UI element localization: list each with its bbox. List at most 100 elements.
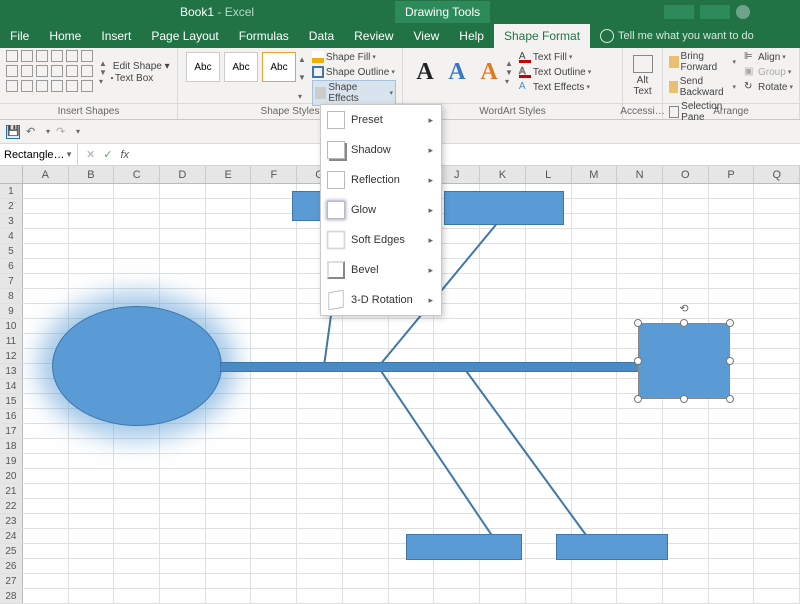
cell[interactable] bbox=[23, 364, 69, 378]
cell[interactable] bbox=[663, 394, 709, 408]
cell[interactable] bbox=[572, 439, 618, 453]
cell[interactable] bbox=[206, 379, 252, 393]
cell[interactable] bbox=[572, 499, 618, 513]
cell[interactable] bbox=[206, 394, 252, 408]
cell[interactable] bbox=[480, 349, 526, 363]
cell[interactable] bbox=[480, 274, 526, 288]
cell[interactable] bbox=[206, 274, 252, 288]
save-icon[interactable]: 💾 bbox=[6, 125, 20, 139]
cell[interactable] bbox=[617, 484, 663, 498]
cell[interactable] bbox=[297, 394, 343, 408]
tab-help[interactable]: Help bbox=[449, 24, 494, 48]
shape-style-2[interactable]: Abc bbox=[224, 52, 258, 82]
tab-view[interactable]: View bbox=[404, 24, 450, 48]
cell[interactable] bbox=[663, 289, 709, 303]
cell[interactable] bbox=[206, 529, 252, 543]
cell[interactable] bbox=[663, 364, 709, 378]
cell[interactable] bbox=[617, 214, 663, 228]
cell[interactable] bbox=[389, 484, 435, 498]
cell[interactable] bbox=[297, 454, 343, 468]
cell[interactable] bbox=[206, 499, 252, 513]
cell[interactable] bbox=[526, 469, 572, 483]
cell[interactable] bbox=[23, 379, 69, 393]
cell[interactable] bbox=[160, 319, 206, 333]
cell[interactable] bbox=[69, 214, 115, 228]
col-head-C[interactable]: C bbox=[114, 166, 160, 183]
cell[interactable] bbox=[663, 439, 709, 453]
edit-shape-button[interactable]: Edit Shape ▾ bbox=[111, 61, 170, 72]
cell[interactable] bbox=[251, 259, 297, 273]
text-effects-button[interactable]: AText Effects▾ bbox=[519, 80, 591, 94]
cell[interactable] bbox=[23, 229, 69, 243]
cell[interactable] bbox=[526, 214, 572, 228]
cell[interactable] bbox=[434, 364, 480, 378]
text-box-button[interactable]: Text Box bbox=[111, 73, 170, 84]
cell[interactable] bbox=[23, 244, 69, 258]
cell[interactable] bbox=[69, 529, 115, 543]
cell[interactable] bbox=[434, 559, 480, 573]
cell[interactable] bbox=[23, 559, 69, 573]
cell[interactable] bbox=[526, 199, 572, 213]
row-head-19[interactable]: 19 bbox=[0, 454, 23, 468]
cell[interactable] bbox=[206, 484, 252, 498]
cell[interactable] bbox=[572, 199, 618, 213]
cell[interactable] bbox=[617, 424, 663, 438]
cell[interactable] bbox=[709, 319, 755, 333]
cell[interactable] bbox=[754, 334, 800, 348]
cell[interactable] bbox=[206, 289, 252, 303]
cell[interactable] bbox=[754, 349, 800, 363]
cell[interactable] bbox=[709, 289, 755, 303]
row-head-16[interactable]: 16 bbox=[0, 409, 23, 423]
cell[interactable] bbox=[206, 454, 252, 468]
cell[interactable] bbox=[114, 274, 160, 288]
cell[interactable] bbox=[434, 469, 480, 483]
cell[interactable] bbox=[251, 574, 297, 588]
cell[interactable] bbox=[480, 544, 526, 558]
cell[interactable] bbox=[23, 484, 69, 498]
bring-forward-button[interactable]: Bring Forward▾ bbox=[669, 50, 736, 74]
cell[interactable] bbox=[754, 454, 800, 468]
cell[interactable] bbox=[297, 469, 343, 483]
cell[interactable] bbox=[160, 229, 206, 243]
cell[interactable] bbox=[160, 454, 206, 468]
cell[interactable] bbox=[526, 259, 572, 273]
cell[interactable] bbox=[526, 304, 572, 318]
cell[interactable] bbox=[389, 499, 435, 513]
cell[interactable] bbox=[572, 529, 618, 543]
cell[interactable] bbox=[480, 199, 526, 213]
row-head-3[interactable]: 3 bbox=[0, 214, 23, 228]
cell[interactable] bbox=[572, 274, 618, 288]
cell[interactable] bbox=[23, 589, 69, 603]
cell[interactable] bbox=[617, 379, 663, 393]
cell[interactable] bbox=[709, 274, 755, 288]
cell[interactable] bbox=[251, 229, 297, 243]
cell[interactable] bbox=[709, 364, 755, 378]
cell[interactable] bbox=[709, 184, 755, 198]
cell[interactable] bbox=[709, 529, 755, 543]
undo-icon[interactable]: ↶ bbox=[26, 125, 40, 139]
cell[interactable] bbox=[709, 334, 755, 348]
cell[interactable] bbox=[160, 244, 206, 258]
cell[interactable] bbox=[69, 559, 115, 573]
tab-shape-format[interactable]: Shape Format bbox=[494, 24, 590, 48]
cell[interactable] bbox=[114, 304, 160, 318]
cell[interactable] bbox=[251, 514, 297, 528]
cell[interactable] bbox=[297, 529, 343, 543]
cell[interactable] bbox=[617, 289, 663, 303]
cell[interactable] bbox=[206, 259, 252, 273]
cell[interactable] bbox=[754, 319, 800, 333]
row-head-13[interactable]: 13 bbox=[0, 364, 23, 378]
qat-customize-icon[interactable]: ▾ bbox=[76, 127, 80, 136]
tab-insert[interactable]: Insert bbox=[91, 24, 141, 48]
cell[interactable] bbox=[23, 199, 69, 213]
cell[interactable] bbox=[434, 319, 480, 333]
cell[interactable] bbox=[572, 334, 618, 348]
alt-text-button[interactable]: Alt Text bbox=[629, 55, 656, 97]
cell[interactable] bbox=[526, 424, 572, 438]
shape-style-3[interactable]: Abc bbox=[262, 52, 296, 82]
cell[interactable] bbox=[434, 349, 480, 363]
cell[interactable] bbox=[480, 529, 526, 543]
cell[interactable] bbox=[709, 544, 755, 558]
cell[interactable] bbox=[206, 304, 252, 318]
row-head-8[interactable]: 8 bbox=[0, 289, 23, 303]
